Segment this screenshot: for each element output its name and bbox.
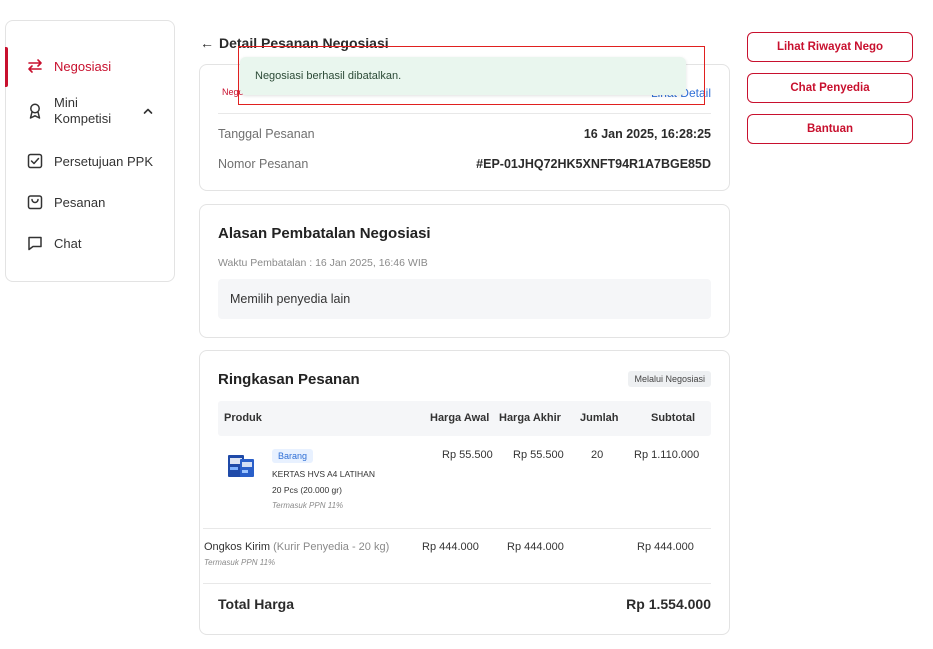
total-value: Rp 1.554.000	[626, 596, 711, 612]
product-subtotal: Rp 1.110.000	[634, 449, 700, 461]
bag-icon	[26, 193, 44, 211]
award-icon	[26, 102, 44, 120]
col-harga-awal: Harga Awal	[430, 412, 490, 424]
order-date-value: 16 Jan 2025, 16:28:25	[583, 127, 711, 141]
shipping-harga-akhir: Rp 444.000	[507, 541, 564, 553]
shipping-label-text: Ongkos Kirim	[204, 541, 271, 553]
sidebar-item-label: Persetujuan PPK	[54, 153, 154, 169]
sidebar-item-label: Negosiasi	[54, 58, 112, 74]
shipping-label: Ongkos Kirim (Kurir Penyedia - 20 kg)	[204, 541, 389, 553]
sidebar-item-label: Kompetisi	[54, 111, 112, 126]
cancel-reason-text: Memilih penyedia lain	[230, 292, 351, 306]
sidebar-item-persetujuan-ppk[interactable]: Persetujuan PPK	[6, 149, 174, 173]
cancel-reason-box: Memilih penyedia lain	[218, 279, 711, 319]
sidebar-item-pesanan[interactable]: Pesanan	[6, 190, 174, 214]
negotiation-badge: Melalui Negosiasi	[628, 371, 711, 387]
sidebar-item-label: Mini	[54, 95, 78, 110]
col-produk: Produk	[224, 412, 262, 424]
col-harga-akhir: Harga Akhir	[499, 412, 561, 424]
sidebar-item-mini-kompetisi[interactable]: Mini Kompetisi	[6, 93, 174, 129]
sidebar-item-negosiasi[interactable]: Negosiasi	[5, 47, 174, 87]
product-jumlah: 20	[591, 449, 604, 461]
col-jumlah: Jumlah	[580, 412, 619, 424]
product-type-badge: Barang	[272, 449, 314, 463]
table-header: Produk Harga Awal Harga Akhir Jumlah Sub…	[218, 401, 711, 436]
sidebar-item-label: Chat	[54, 235, 82, 251]
order-date-label: Tanggal Pesanan	[218, 127, 315, 141]
shipping-harga-awal: Rp 444.000	[422, 541, 479, 553]
total-label: Total Harga	[218, 596, 294, 612]
sidebar-nav: Negosiasi Mini Kompetisi Persetujuan PPK	[5, 20, 175, 282]
col-subtotal: Subtotal	[651, 412, 695, 424]
cancel-reason-title: Alasan Pembatalan Negosiasi	[218, 225, 431, 242]
divider	[203, 583, 711, 584]
product-name: KERTAS HVS A4 LATIHAN	[272, 469, 375, 479]
product-harga-awal: Rp 55.500	[442, 449, 493, 461]
back-arrow-icon[interactable]: ←	[200, 35, 214, 51]
shipping-subtotal: Rp 444.000	[637, 541, 694, 553]
highlight-box	[238, 46, 705, 105]
sidebar-item-chat[interactable]: Chat	[6, 231, 174, 255]
cancel-reason-card: Alasan Pembatalan Negosiasi Waktu Pembat…	[199, 204, 730, 338]
order-number-label: Nomor Pesanan	[218, 157, 309, 171]
view-nego-history-button[interactable]: Lihat Riwayat Nego	[747, 32, 913, 62]
chevron-up-icon[interactable]	[142, 105, 154, 120]
product-image	[224, 449, 258, 483]
summary-title: Ringkasan Pesanan	[218, 371, 360, 388]
shipping-detail: (Kurir Penyedia - 20 kg)	[273, 541, 390, 553]
product-quantity-desc: 20 Pcs (20.000 gr)	[272, 485, 342, 495]
shipping-ppn-note: Termasuk PPN 11%	[204, 558, 276, 567]
chat-provider-button[interactable]: Chat Penyedia	[747, 73, 913, 103]
swap-arrows-icon	[26, 57, 44, 75]
chat-icon	[26, 234, 44, 252]
divider	[203, 528, 711, 529]
checkbox-icon	[26, 152, 44, 170]
product-harga-akhir: Rp 55.500	[513, 449, 564, 461]
divider	[218, 113, 711, 114]
product-ppn-note: Termasuk PPN 11%	[272, 501, 344, 510]
order-number-value: #EP-01JHQ72HK5XNFT94R1A7BGE85D	[476, 157, 711, 171]
help-button[interactable]: Bantuan	[747, 114, 913, 144]
sidebar-item-label: Pesanan	[54, 194, 106, 210]
cancel-time: Waktu Pembatalan : 16 Jan 2025, 16:46 WI…	[218, 257, 428, 269]
order-summary-card: Ringkasan Pesanan Melalui Negosiasi Prod…	[199, 350, 730, 635]
